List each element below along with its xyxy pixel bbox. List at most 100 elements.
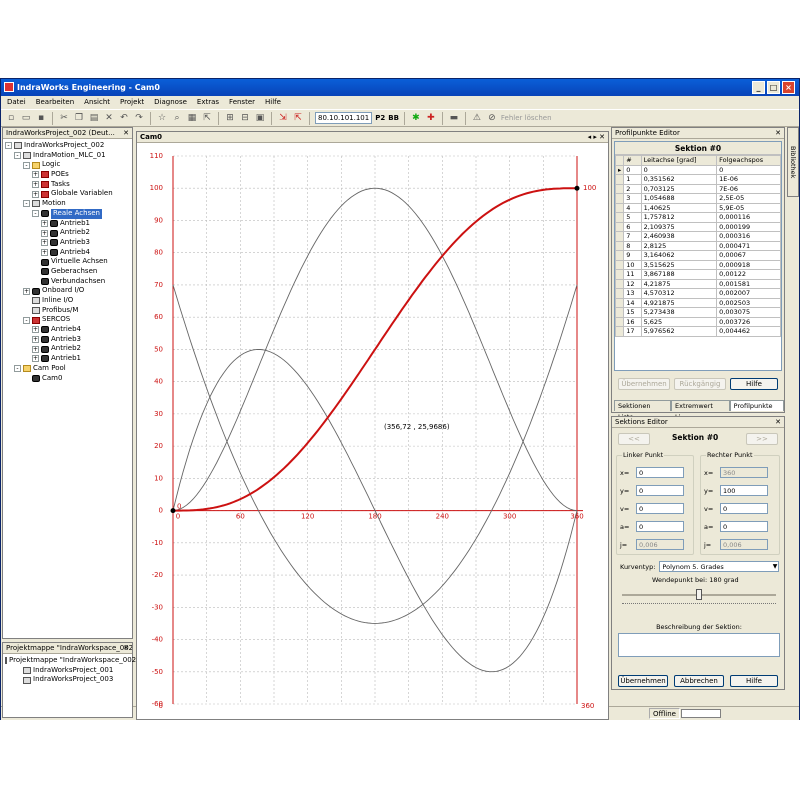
cam-chart[interactable]: 1101009080706050403020100-10-20-30-40-50… [137, 144, 608, 720]
expand-icon[interactable]: + [32, 336, 39, 344]
run-icon[interactable]: ✱ [410, 112, 422, 124]
tree-item[interactable]: Projektmappe "IndraWorkspace_002" [5, 656, 139, 666]
tab-profile-0[interactable]: Sektionen Liste [614, 400, 671, 421]
expand-icon[interactable]: + [41, 239, 48, 247]
table-cell[interactable]: 4 [623, 202, 642, 213]
tree-item[interactable]: + Globale Variablen [5, 189, 132, 199]
search-icon[interactable]: ⌕ [171, 112, 183, 124]
menu-item-1[interactable]: Bearbeiten [36, 96, 74, 109]
section-editor-close-icon[interactable]: ✕ [775, 417, 781, 427]
library-side-tab[interactable]: Bibliothek [787, 127, 799, 197]
tree-item[interactable]: - IndraWorksProject_002 [5, 141, 132, 151]
expand-icon[interactable]: + [41, 219, 48, 227]
table-cell[interactable]: 14 [623, 297, 642, 308]
tree-item[interactable]: - IndraMotion_MLC_01 [5, 151, 132, 161]
section-cancel-button[interactable]: Abbrechen [674, 675, 724, 687]
table-cell[interactable]: 7E-06 [716, 183, 781, 194]
table-row[interactable]: 15 5,273438 0,003075 [615, 307, 781, 318]
clear-errors-button[interactable]: Fehler löschen [501, 114, 552, 122]
copy-icon[interactable]: ❐ [73, 112, 85, 124]
table-cell[interactable]: 5,273438 [640, 307, 718, 318]
table-cell[interactable]: 0,004462 [716, 326, 781, 337]
tree-item[interactable]: Geberachsen [5, 267, 132, 277]
section-apply-button[interactable]: Übernehmen [618, 675, 668, 687]
right-j-field[interactable]: 0,006 [720, 539, 768, 550]
table-cell[interactable]: 0 [623, 164, 642, 175]
star-icon[interactable]: ☆ [156, 112, 168, 124]
tree-item[interactable]: + Antrieb3 [5, 238, 132, 248]
table-row[interactable]: 1 0,351562 1E-06 [615, 174, 781, 185]
table-cell[interactable]: 3,164062 [640, 250, 718, 261]
menu-item-2[interactable]: Ansicht [84, 96, 110, 109]
panel-close-icon[interactable]: ✕ [123, 128, 129, 138]
table-cell[interactable]: 0,000116 [716, 212, 781, 223]
tree-item[interactable]: + Antrieb2 [5, 228, 132, 238]
table-cell[interactable]: 0,00122 [716, 269, 781, 280]
close-button[interactable]: × [782, 81, 795, 94]
description-field[interactable] [618, 633, 780, 657]
table-cell[interactable]: 0,003075 [716, 307, 781, 318]
table-row[interactable]: 10 3,515625 0,000918 [615, 259, 781, 270]
right-x-field[interactable]: 360 [720, 467, 768, 478]
open-icon[interactable]: ▭ [20, 112, 32, 124]
table-row[interactable]: 11 3,867188 0,00122 [615, 269, 781, 280]
download-icon[interactable]: ⇲ [277, 112, 289, 124]
table-row[interactable]: 2 0,703125 7E-06 [615, 183, 781, 194]
table-cell[interactable]: 2,5E-05 [716, 193, 781, 204]
table-cell[interactable]: 2,460938 [640, 231, 718, 242]
paste-icon[interactable]: ▤ [88, 112, 100, 124]
table-cell[interactable]: 5,976562 [640, 326, 718, 337]
collapse-icon[interactable]: - [14, 152, 21, 160]
table-row[interactable]: 5 1,757812 0,000116 [615, 212, 781, 223]
table-cell[interactable]: 11 [623, 269, 642, 280]
table-cell[interactable]: 0,000471 [716, 240, 781, 251]
table-cell[interactable]: 2,109375 [640, 221, 718, 232]
tree-item[interactable]: Verbundachsen [5, 277, 132, 287]
network2-icon[interactable]: ⊟ [239, 112, 251, 124]
profile-editor-close-icon[interactable]: ✕ [775, 128, 781, 138]
column-header[interactable]: Leitachse [grad] [640, 155, 718, 166]
table-cell[interactable]: 0,000199 [716, 221, 781, 232]
tree-item[interactable]: Profibus/M [5, 306, 132, 316]
menu-item-4[interactable]: Diagnose [154, 96, 187, 109]
menu-item-7[interactable]: Hilfe [265, 96, 281, 109]
table-row[interactable]: 7 2,460938 0,000316 [615, 231, 781, 242]
table-cell[interactable]: 16 [623, 316, 642, 327]
tab-profile-2[interactable]: Profilpunkte ... [729, 400, 784, 421]
table-row[interactable]: 13 4,570312 0,002007 [615, 288, 781, 299]
table-cell[interactable]: 1,40625 [640, 202, 718, 213]
table-cell[interactable]: 15 [623, 307, 642, 318]
upload-icon[interactable]: ⇱ [292, 112, 304, 124]
save-icon[interactable]: ▪ [35, 112, 47, 124]
table-row[interactable]: 14 4,921875 0,002503 [615, 297, 781, 308]
table-row[interactable]: 4 1,40625 5,9E-05 [615, 202, 781, 213]
new-icon[interactable]: ▫ [5, 112, 17, 124]
warning-icon[interactable]: ⚠ [471, 112, 483, 124]
next-section-button[interactable]: >> [746, 433, 778, 445]
left-v-field[interactable]: 0 [636, 503, 684, 514]
table-cell[interactable]: 0,000918 [716, 259, 781, 270]
expand-icon[interactable]: + [32, 181, 39, 189]
bb-button[interactable]: BB [388, 114, 399, 122]
table-cell[interactable]: 0 [640, 164, 718, 175]
cam-close-icon[interactable]: ◂ ▸ ✕ [588, 132, 605, 142]
collapse-icon[interactable]: - [23, 316, 30, 324]
table-cell[interactable]: 4,570312 [640, 288, 718, 299]
table-row[interactable]: 8 2,8125 0,000471 [615, 240, 781, 251]
stop-icon[interactable]: ✚ [425, 112, 437, 124]
table-cell[interactable]: 0,351562 [640, 174, 718, 185]
table-cell[interactable]: 10 [623, 259, 642, 270]
prev-section-button[interactable]: << [618, 433, 650, 445]
table-cell[interactable]: 0,703125 [640, 183, 718, 194]
collapse-icon[interactable]: - [5, 142, 12, 150]
tree-item[interactable]: Inline I/O [5, 296, 132, 306]
table-cell[interactable]: 0,00067 [716, 250, 781, 261]
clear-errors-icon[interactable]: ⊘ [486, 112, 498, 124]
right-a-field[interactable]: 0 [720, 521, 768, 532]
minimize-button[interactable]: _ [752, 81, 765, 94]
menu-item-6[interactable]: Fenster [229, 96, 255, 109]
tab-cam0[interactable]: Cam0 [140, 133, 162, 141]
expand-icon[interactable]: + [32, 326, 39, 334]
tree-item[interactable]: + POEs [5, 170, 132, 180]
cut-icon[interactable]: ✂ [58, 112, 70, 124]
